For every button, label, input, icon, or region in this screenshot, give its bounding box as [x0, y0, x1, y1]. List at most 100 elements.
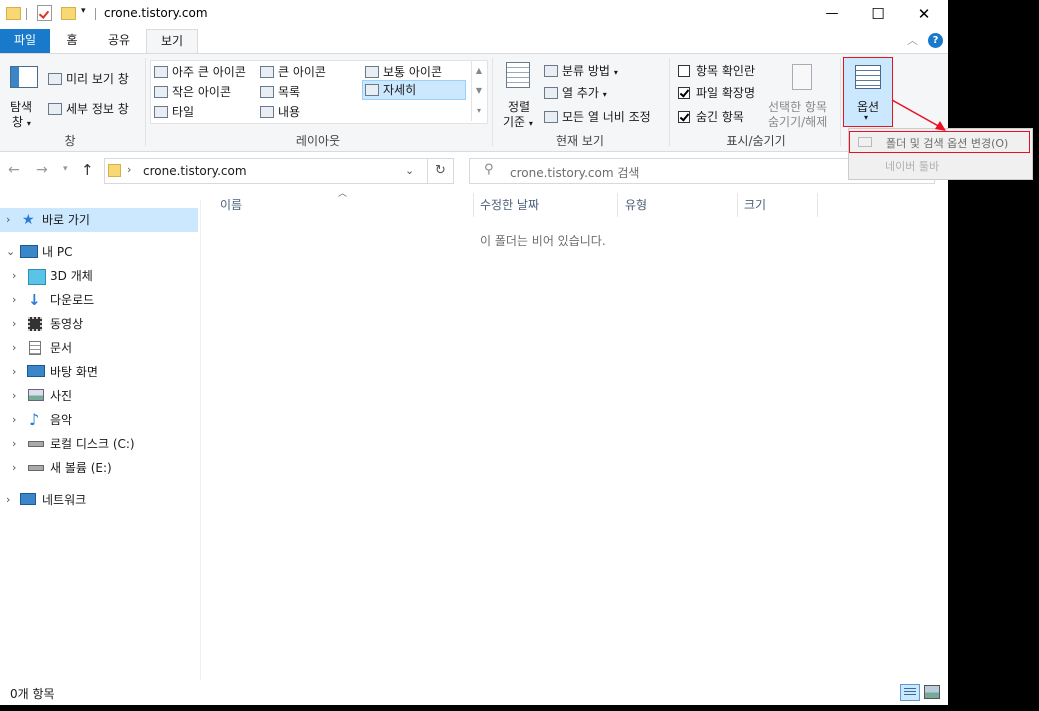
document-icon: [29, 341, 41, 355]
column-header-date[interactable]: 수정한 날짜: [480, 193, 539, 217]
nav-new-volume-e[interactable]: › 새 볼륨 (E:): [0, 456, 198, 480]
nav-local-disk-c[interactable]: › 로컬 디스크 (C:): [0, 432, 198, 456]
recent-locations-icon[interactable]: ▾: [63, 164, 68, 174]
layout-gallery: 아주 큰 아이콘 큰 아이콘 보통 아이콘 작은 아이콘 목록 자세히 타일 내…: [150, 60, 488, 124]
collapse-arrow-icon[interactable]: ⌄: [6, 240, 15, 264]
group-by-icon: [544, 65, 558, 77]
folder-options-icon: [858, 137, 872, 147]
tab-view[interactable]: 보기: [146, 29, 198, 54]
group-label-layout: 레이아웃: [295, 134, 341, 148]
layout-small-icons[interactable]: 작은 아이콘: [154, 83, 231, 100]
expand-arrow-icon[interactable]: ›: [12, 312, 16, 336]
back-button[interactable]: ←: [8, 162, 20, 178]
item-checkboxes-toggle[interactable]: 항목 확인란: [678, 62, 755, 79]
layout-details[interactable]: 자세히: [362, 80, 466, 100]
expand-arrow-icon[interactable]: ›: [6, 488, 10, 512]
expand-arrow-icon[interactable]: ›: [12, 456, 16, 480]
nav-documents[interactable]: › 문서: [0, 336, 198, 360]
nav-quick-access[interactable]: › ★ 바로 가기: [0, 208, 198, 232]
preview-pane-button[interactable]: 미리 보기 창: [48, 70, 129, 87]
size-columns-icon: [544, 111, 558, 123]
quick-access-dropdown-icon[interactable]: ▾: [81, 6, 86, 16]
expand-arrow-icon[interactable]: ›: [12, 288, 16, 312]
nav-downloads[interactable]: › ↓ 다운로드: [0, 288, 198, 312]
forward-button[interactable]: →: [36, 162, 48, 178]
maximize-button[interactable]: ☐: [855, 0, 901, 29]
collapse-ribbon-icon[interactable]: ︿: [907, 32, 918, 48]
add-columns-button[interactable]: 열 추가 ▾: [544, 84, 607, 101]
size-all-columns-button[interactable]: 모든 열 너비 조정: [544, 108, 651, 125]
nav-desktop[interactable]: › 바탕 화면: [0, 360, 198, 384]
column-divider[interactable]: [473, 193, 474, 217]
details-view-icon[interactable]: [900, 684, 920, 701]
group-separator: [669, 58, 670, 146]
group-separator: [145, 58, 146, 146]
layout-tiles[interactable]: 타일: [154, 103, 194, 120]
nav-label: 바로 가기: [42, 213, 90, 227]
navigation-pane-button[interactable]: 탐색 창 ▾: [4, 58, 42, 129]
column-divider[interactable]: [617, 193, 618, 217]
cube-icon: [28, 269, 46, 285]
divider: [427, 159, 428, 183]
new-folder-icon[interactable]: [61, 7, 76, 20]
expand-arrow-icon[interactable]: ›: [12, 384, 16, 408]
address-bar[interactable]: › crone.tistory.com ⌄ ↻: [104, 158, 454, 184]
navigation-pane: › ★ 바로 가기 ⌄ 내 PC › 3D 개체 › ↓ 다운로드 › 동영상 …: [0, 200, 201, 680]
sort-by-icon: [506, 62, 530, 88]
hide-selected-button[interactable]: 선택한 항목 숨기기/해제: [766, 58, 838, 130]
menu-item-label: 네이버 툴바: [885, 160, 940, 173]
nav-network[interactable]: › 네트워크: [0, 488, 198, 512]
tab-home[interactable]: 홈: [50, 29, 94, 53]
menu-item-naver-toolbar[interactable]: 네이버 툴바: [849, 155, 949, 177]
expand-arrow-icon[interactable]: ›: [6, 208, 10, 232]
column-header-name[interactable]: 이름: [220, 193, 242, 217]
properties-icon[interactable]: [37, 5, 52, 21]
sort-by-button[interactable]: 정렬 기준 ▾: [500, 58, 540, 130]
column-divider[interactable]: [737, 193, 738, 217]
hidden-items-toggle[interactable]: 숨긴 항목: [678, 108, 744, 125]
expand-arrow-icon[interactable]: ›: [12, 432, 16, 456]
column-divider[interactable]: [817, 193, 818, 217]
up-button[interactable]: ↑: [81, 161, 94, 179]
options-dropdown-icon: ▾: [864, 113, 869, 122]
film-icon: [28, 317, 42, 331]
close-button[interactable]: ✕: [901, 0, 947, 29]
group-by-button[interactable]: 분류 방법 ▾: [544, 62, 618, 79]
address-dropdown-icon[interactable]: ⌄: [405, 164, 414, 177]
tab-file[interactable]: 파일: [0, 29, 50, 53]
sort-by-label-2: 기준 ▾: [503, 115, 533, 129]
hidden-items-checkbox[interactable]: [678, 111, 690, 123]
minimize-button[interactable]: —: [809, 0, 855, 29]
help-icon[interactable]: ?: [928, 33, 943, 48]
expand-arrow-icon[interactable]: ›: [12, 408, 16, 432]
expand-arrow-icon[interactable]: ›: [12, 336, 16, 360]
column-header-type[interactable]: 유형: [625, 193, 647, 217]
large-icons-view-icon[interactable]: [924, 685, 940, 699]
nav-label: 로컬 디스크 (C:): [50, 437, 135, 451]
options-button[interactable]: 옵션 ▾: [843, 57, 893, 127]
details-pane-button[interactable]: 세부 정보 창: [48, 100, 129, 117]
breadcrumb-chevron-icon[interactable]: ›: [127, 163, 131, 176]
item-checkboxes-checkbox[interactable]: [678, 65, 690, 77]
nav-videos[interactable]: › 동영상: [0, 312, 198, 336]
divider: [95, 8, 96, 20]
address-path[interactable]: crone.tistory.com: [143, 164, 247, 178]
file-extensions-checkbox[interactable]: [678, 87, 690, 99]
layout-medium-icons[interactable]: 보통 아이콘: [365, 63, 442, 80]
nav-pictures[interactable]: › 사진: [0, 384, 198, 408]
nav-label: 동영상: [50, 317, 84, 331]
layout-extra-large-icons[interactable]: 아주 큰 아이콘: [154, 63, 246, 80]
nav-3d-objects[interactable]: › 3D 개체: [0, 264, 198, 288]
column-header-size[interactable]: 크기: [744, 193, 766, 217]
layout-content[interactable]: 내용: [260, 103, 300, 120]
expand-arrow-icon[interactable]: ›: [12, 360, 16, 384]
nav-this-pc[interactable]: ⌄ 내 PC: [0, 240, 198, 264]
file-extensions-toggle[interactable]: 파일 확장명: [678, 84, 755, 101]
refresh-icon[interactable]: ↻: [435, 163, 446, 178]
gallery-scroll[interactable]: ▲ ▼ ▾: [471, 61, 486, 121]
nav-music[interactable]: › ♪ 음악: [0, 408, 198, 432]
expand-arrow-icon[interactable]: ›: [12, 264, 16, 288]
tab-share[interactable]: 공유: [94, 29, 144, 53]
layout-list[interactable]: 목록: [260, 83, 300, 100]
layout-large-icons[interactable]: 큰 아이콘: [260, 63, 326, 80]
